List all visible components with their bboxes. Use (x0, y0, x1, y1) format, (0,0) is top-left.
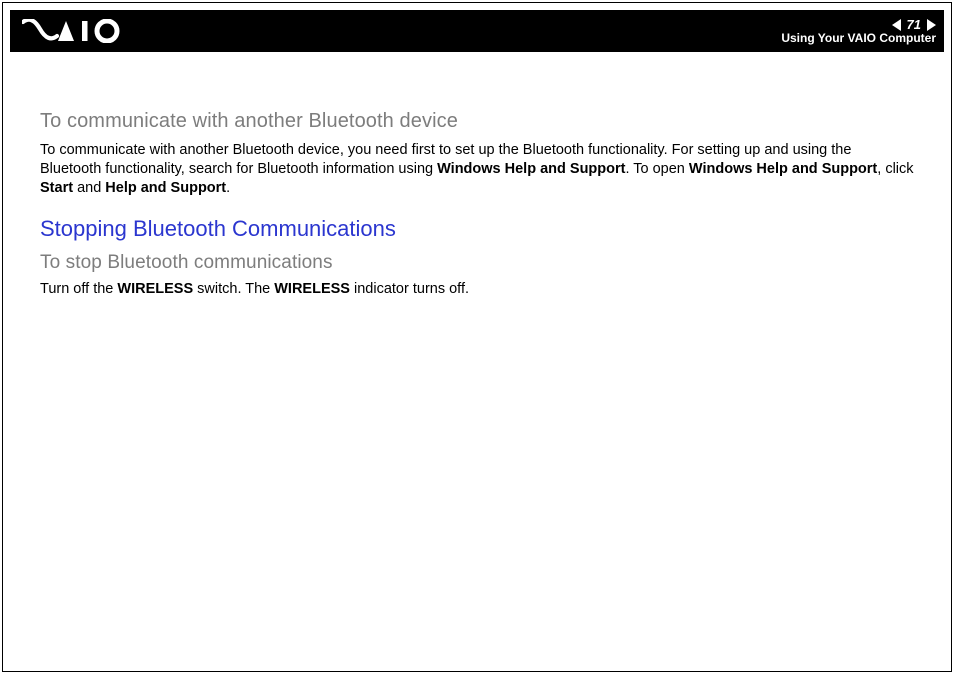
text-span: Turn off the (40, 281, 117, 297)
subheading-communicate: To communicate with another Bluetooth de… (40, 110, 916, 133)
bold-text: Windows Help and Support (437, 161, 625, 177)
header-right: 71 Using Your VAIO Computer (781, 18, 936, 44)
text-span: switch. The (193, 281, 274, 297)
page-number: 71 (907, 18, 921, 31)
bold-text: Windows Help and Support (689, 161, 877, 177)
bold-text: Help and Support (105, 180, 226, 196)
paragraph-communicate: To communicate with another Bluetooth de… (40, 141, 916, 198)
next-page-icon[interactable] (927, 19, 936, 31)
prev-page-icon[interactable] (892, 19, 901, 31)
page-navigator: 71 (892, 18, 936, 31)
text-span: and (73, 180, 105, 196)
text-span: . (226, 180, 230, 196)
page-content: To communicate with another Bluetooth de… (40, 110, 916, 316)
paragraph-stop: Turn off the WIRELESS switch. The WIRELE… (40, 280, 916, 299)
text-span: indicator turns off. (350, 281, 469, 297)
subheading-stop: To stop Bluetooth communications (40, 252, 916, 274)
header-bar: 71 Using Your VAIO Computer (10, 10, 944, 52)
page-border (2, 2, 952, 672)
text-span: . To open (625, 161, 688, 177)
section-heading-stopping: Stopping Bluetooth Communications (40, 216, 916, 242)
vaio-logo (22, 19, 132, 43)
text-span: , click (877, 161, 913, 177)
bold-text: WIRELESS (117, 281, 193, 297)
bold-text: Start (40, 180, 73, 196)
bold-text: WIRELESS (274, 281, 350, 297)
header-section-title: Using Your VAIO Computer (781, 32, 936, 44)
